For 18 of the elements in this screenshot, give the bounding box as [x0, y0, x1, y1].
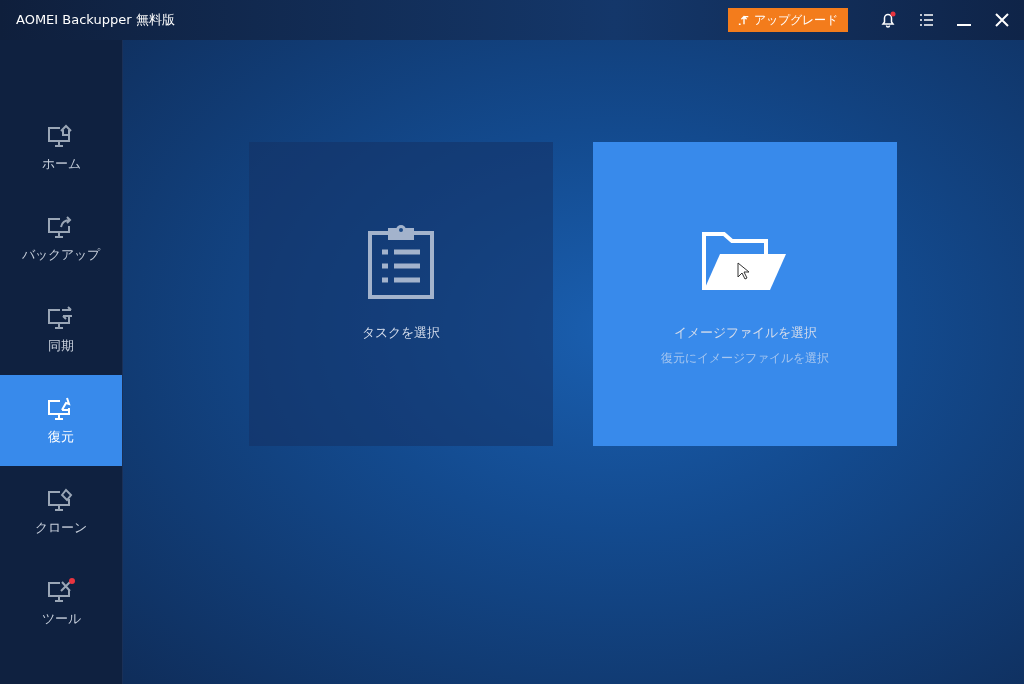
sidebar-label: 復元 — [48, 427, 74, 446]
sidebar-label: ホーム — [41, 154, 81, 173]
sidebar-item[interactable]: ツール — [0, 557, 122, 648]
sidebar-item[interactable]: バックアップ — [0, 193, 122, 284]
window-title: AOMEI Backupper 無料版 — [16, 11, 175, 29]
sidebar-item[interactable]: 同期 — [0, 284, 122, 375]
sidebar-label: バックアップ — [22, 245, 100, 264]
sidebar-item[interactable]: クローン — [0, 466, 122, 557]
sidebar-item[interactable]: 復元 — [0, 375, 122, 466]
upload-arrow-icon — [738, 14, 750, 26]
card-title: タスクを選択 — [362, 324, 440, 342]
card-title: イメージファイルを選択 — [673, 324, 817, 342]
sidebar-label: 同期 — [48, 336, 74, 355]
sidebar-label: ツール — [41, 609, 81, 628]
sidebar-item[interactable]: ホーム — [0, 102, 122, 193]
card-subtitle: 復元にイメージファイルを選択 — [661, 350, 829, 367]
sidebar-label: クローン — [35, 518, 87, 537]
option-card[interactable]: タスクを選択 — [249, 142, 553, 446]
